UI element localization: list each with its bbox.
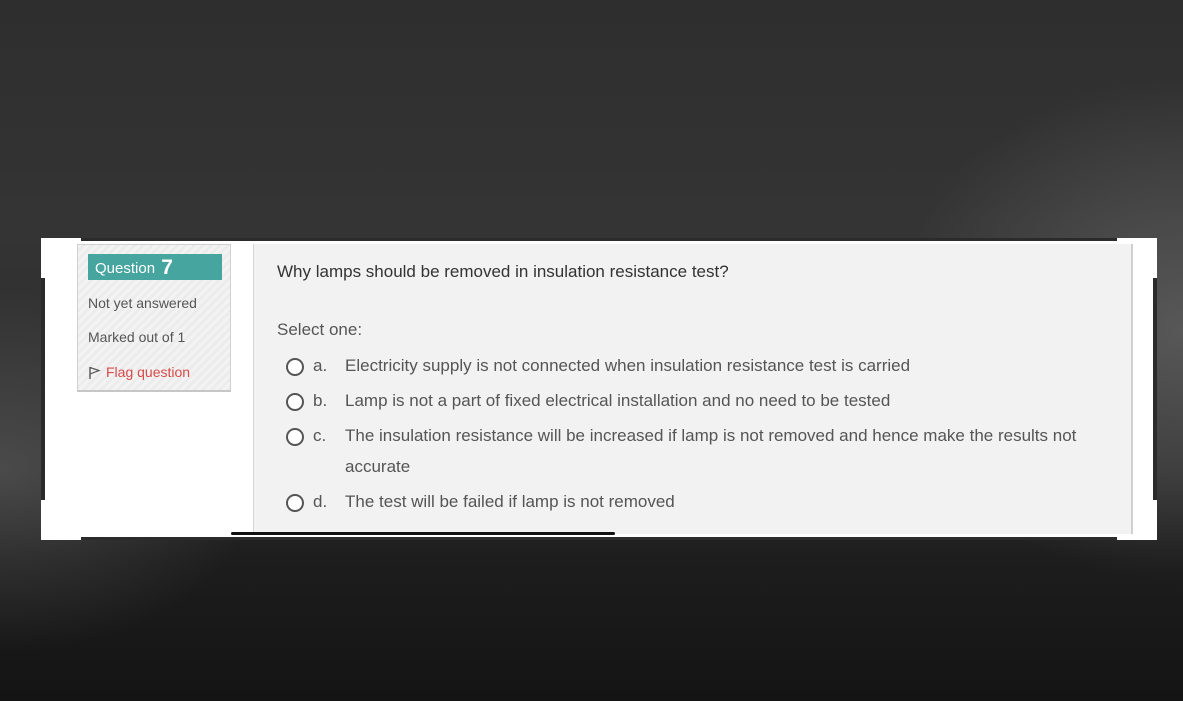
question-label: Question (95, 260, 156, 277)
flag-icon (89, 366, 101, 379)
question-number-badge: Question 7 (88, 254, 222, 280)
radio-button-b[interactable] (286, 393, 304, 411)
option-text: Electricity supply is not connected when… (345, 356, 911, 375)
option-letter: a. (313, 356, 328, 375)
flag-question-link[interactable]: Flag question (88, 363, 190, 380)
radio-button-d[interactable] (286, 494, 304, 512)
radio-button-c[interactable] (286, 428, 304, 446)
option-letter: d. (313, 492, 328, 511)
option-text: Lamp is not a part of fixed electrical i… (345, 391, 891, 410)
question-info-panel: Question 7 Not yet answered Marked out o… (77, 244, 231, 392)
option-text: The test will be failed if lamp is not r… (345, 492, 675, 511)
option-text: The insulation resistance will be increa… (345, 426, 1077, 476)
underline-bar (231, 532, 615, 535)
frame-edge-bottom (81, 537, 1117, 540)
question-content-panel: Why lamps should be removed in insulatio… (253, 244, 1133, 534)
question-text: Why lamps should be removed in insulatio… (277, 262, 729, 281)
frame-edge-left (41, 278, 45, 500)
flag-question-label: Flag question (106, 363, 191, 380)
question-state: Not yet answered (88, 295, 197, 311)
question-grade: Marked out of 1 (88, 329, 186, 345)
frame-edge-top (81, 238, 1117, 241)
option-letter: c. (313, 426, 327, 445)
frame-edge-right (1153, 278, 1157, 500)
option-letter: b. (313, 391, 328, 410)
question-number: 7 (161, 256, 173, 279)
select-prompt: Select one: (277, 320, 363, 339)
radio-button-a[interactable] (286, 358, 304, 376)
